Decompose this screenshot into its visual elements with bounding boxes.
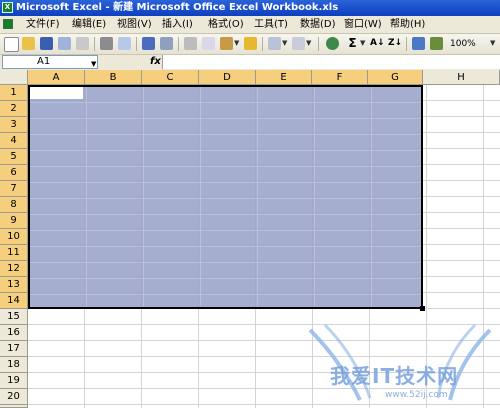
insert-function-icon[interactable]: fx (150, 55, 161, 69)
print-preview-icon[interactable] (118, 37, 131, 50)
column-header-F[interactable]: F (312, 70, 368, 85)
row-header-5[interactable]: 5 (0, 149, 28, 165)
redo-icon[interactable] (292, 37, 305, 50)
toolbar-separator (318, 37, 319, 51)
drawing-icon[interactable] (430, 37, 443, 50)
row-header-3[interactable]: 3 (0, 117, 28, 133)
save-icon[interactable] (40, 37, 53, 50)
copy-icon[interactable] (202, 37, 215, 50)
row-header-18[interactable]: 18 (0, 357, 28, 373)
menu-view[interactable]: 视图(V) (117, 17, 152, 32)
selected-range[interactable] (28, 85, 423, 309)
zoom-box[interactable]: 100% (450, 37, 476, 51)
toolbar-separator (136, 37, 137, 51)
sort-ascending-icon[interactable]: A↓ (370, 37, 385, 50)
row-header-13[interactable]: 13 (0, 277, 28, 293)
menu-bar: 文件(F) 编辑(E) 视图(V) 插入(I) 格式(O) 工具(T) 数据(D… (0, 16, 500, 34)
row-header-8[interactable]: 8 (0, 197, 28, 213)
format-painter-icon[interactable] (244, 37, 257, 50)
name-box[interactable]: A1 ▼ (2, 55, 98, 69)
column-header-D[interactable]: D (199, 70, 256, 85)
new-icon[interactable] (4, 37, 19, 52)
menu-insert[interactable]: 插入(I) (162, 17, 193, 32)
paste-icon[interactable] (220, 37, 233, 50)
menu-data[interactable]: 数据(D) (300, 17, 336, 32)
formula-bar: A1 ▼ fx (0, 55, 500, 71)
menu-tools[interactable]: 工具(T) (254, 17, 288, 32)
name-box-value: A1 (37, 56, 51, 67)
row-header-2[interactable]: 2 (0, 101, 28, 117)
title-bar: X Microsoft Excel - 新建 Microsoft Office … (0, 0, 500, 16)
menu-format[interactable]: 格式(O) (208, 17, 244, 32)
window-title: Microsoft Excel - 新建 Microsoft Office Ex… (16, 2, 339, 13)
print-icon[interactable] (100, 37, 113, 50)
research-icon[interactable] (160, 37, 173, 50)
row-header-14[interactable]: 14 (0, 293, 28, 309)
column-header-G[interactable]: G (368, 70, 423, 85)
open-icon[interactable] (22, 37, 35, 50)
workbook-icon[interactable] (3, 19, 13, 29)
fill-handle[interactable] (420, 306, 425, 311)
chart-icon[interactable] (412, 37, 425, 50)
select-all-corner[interactable] (0, 70, 28, 85)
redo-dropdown-arrow[interactable]: ▼ (306, 39, 311, 47)
permission-icon[interactable] (58, 37, 71, 50)
menu-window[interactable]: 窗口(W) (344, 17, 382, 32)
row-header-4[interactable]: 4 (0, 133, 28, 149)
formula-input[interactable] (162, 55, 500, 69)
row-header-17[interactable]: 17 (0, 341, 28, 357)
column-header-H[interactable]: H (423, 70, 500, 85)
zoom-dropdown-arrow[interactable]: ▼ (490, 39, 495, 47)
active-cell[interactable] (30, 87, 83, 99)
paste-dropdown-arrow[interactable]: ▼ (234, 39, 239, 47)
column-header-E[interactable]: E (256, 70, 312, 85)
row-header-10[interactable]: 10 (0, 229, 28, 245)
row-header-9[interactable]: 9 (0, 213, 28, 229)
menu-edit[interactable]: 编辑(E) (72, 17, 106, 32)
toolbar-separator (178, 37, 179, 51)
column-header-C[interactable]: C (142, 70, 199, 85)
autosum-dropdown-arrow[interactable]: ▼ (360, 39, 365, 47)
row-header-20[interactable]: 20 (0, 389, 28, 405)
name-box-dropdown-icon[interactable]: ▼ (91, 58, 96, 70)
sort-descending-icon[interactable]: Z↓ (388, 37, 402, 50)
toolbar-separator (262, 37, 263, 51)
column-header-B[interactable]: B (85, 70, 142, 85)
menu-file[interactable]: 文件(F) (26, 17, 60, 32)
excel-app-icon[interactable]: X (2, 2, 13, 13)
row-header-11[interactable]: 11 (0, 245, 28, 261)
hyperlink-icon[interactable] (326, 37, 339, 50)
email-icon[interactable] (76, 37, 89, 50)
row-header-16[interactable]: 16 (0, 325, 28, 341)
menu-help[interactable]: 帮助(H) (390, 17, 425, 32)
row-header-1[interactable]: 1 (0, 85, 28, 101)
toolbar-separator (94, 37, 95, 51)
row-header-7[interactable]: 7 (0, 181, 28, 197)
row-header-15[interactable]: 15 (0, 309, 28, 325)
undo-dropdown-arrow[interactable]: ▼ (282, 39, 287, 47)
autosum-icon[interactable]: Σ (346, 37, 359, 50)
undo-icon[interactable] (268, 37, 281, 50)
row-header-19[interactable]: 19 (0, 373, 28, 389)
spelling-icon[interactable] (142, 37, 155, 50)
row-header-6[interactable]: 6 (0, 165, 28, 181)
watermark-text: 我爱IT技术网 (330, 364, 459, 388)
standard-toolbar: ▼ ▼ ▼ Σ ▼ A↓ Z↓ 100% ▼ (0, 34, 500, 55)
cut-icon[interactable] (184, 37, 197, 50)
row-header-12[interactable]: 12 (0, 261, 28, 277)
watermark-url: www.52ij.com (385, 390, 448, 400)
toolbar-separator (406, 37, 407, 51)
column-header-A[interactable]: A (28, 70, 85, 85)
